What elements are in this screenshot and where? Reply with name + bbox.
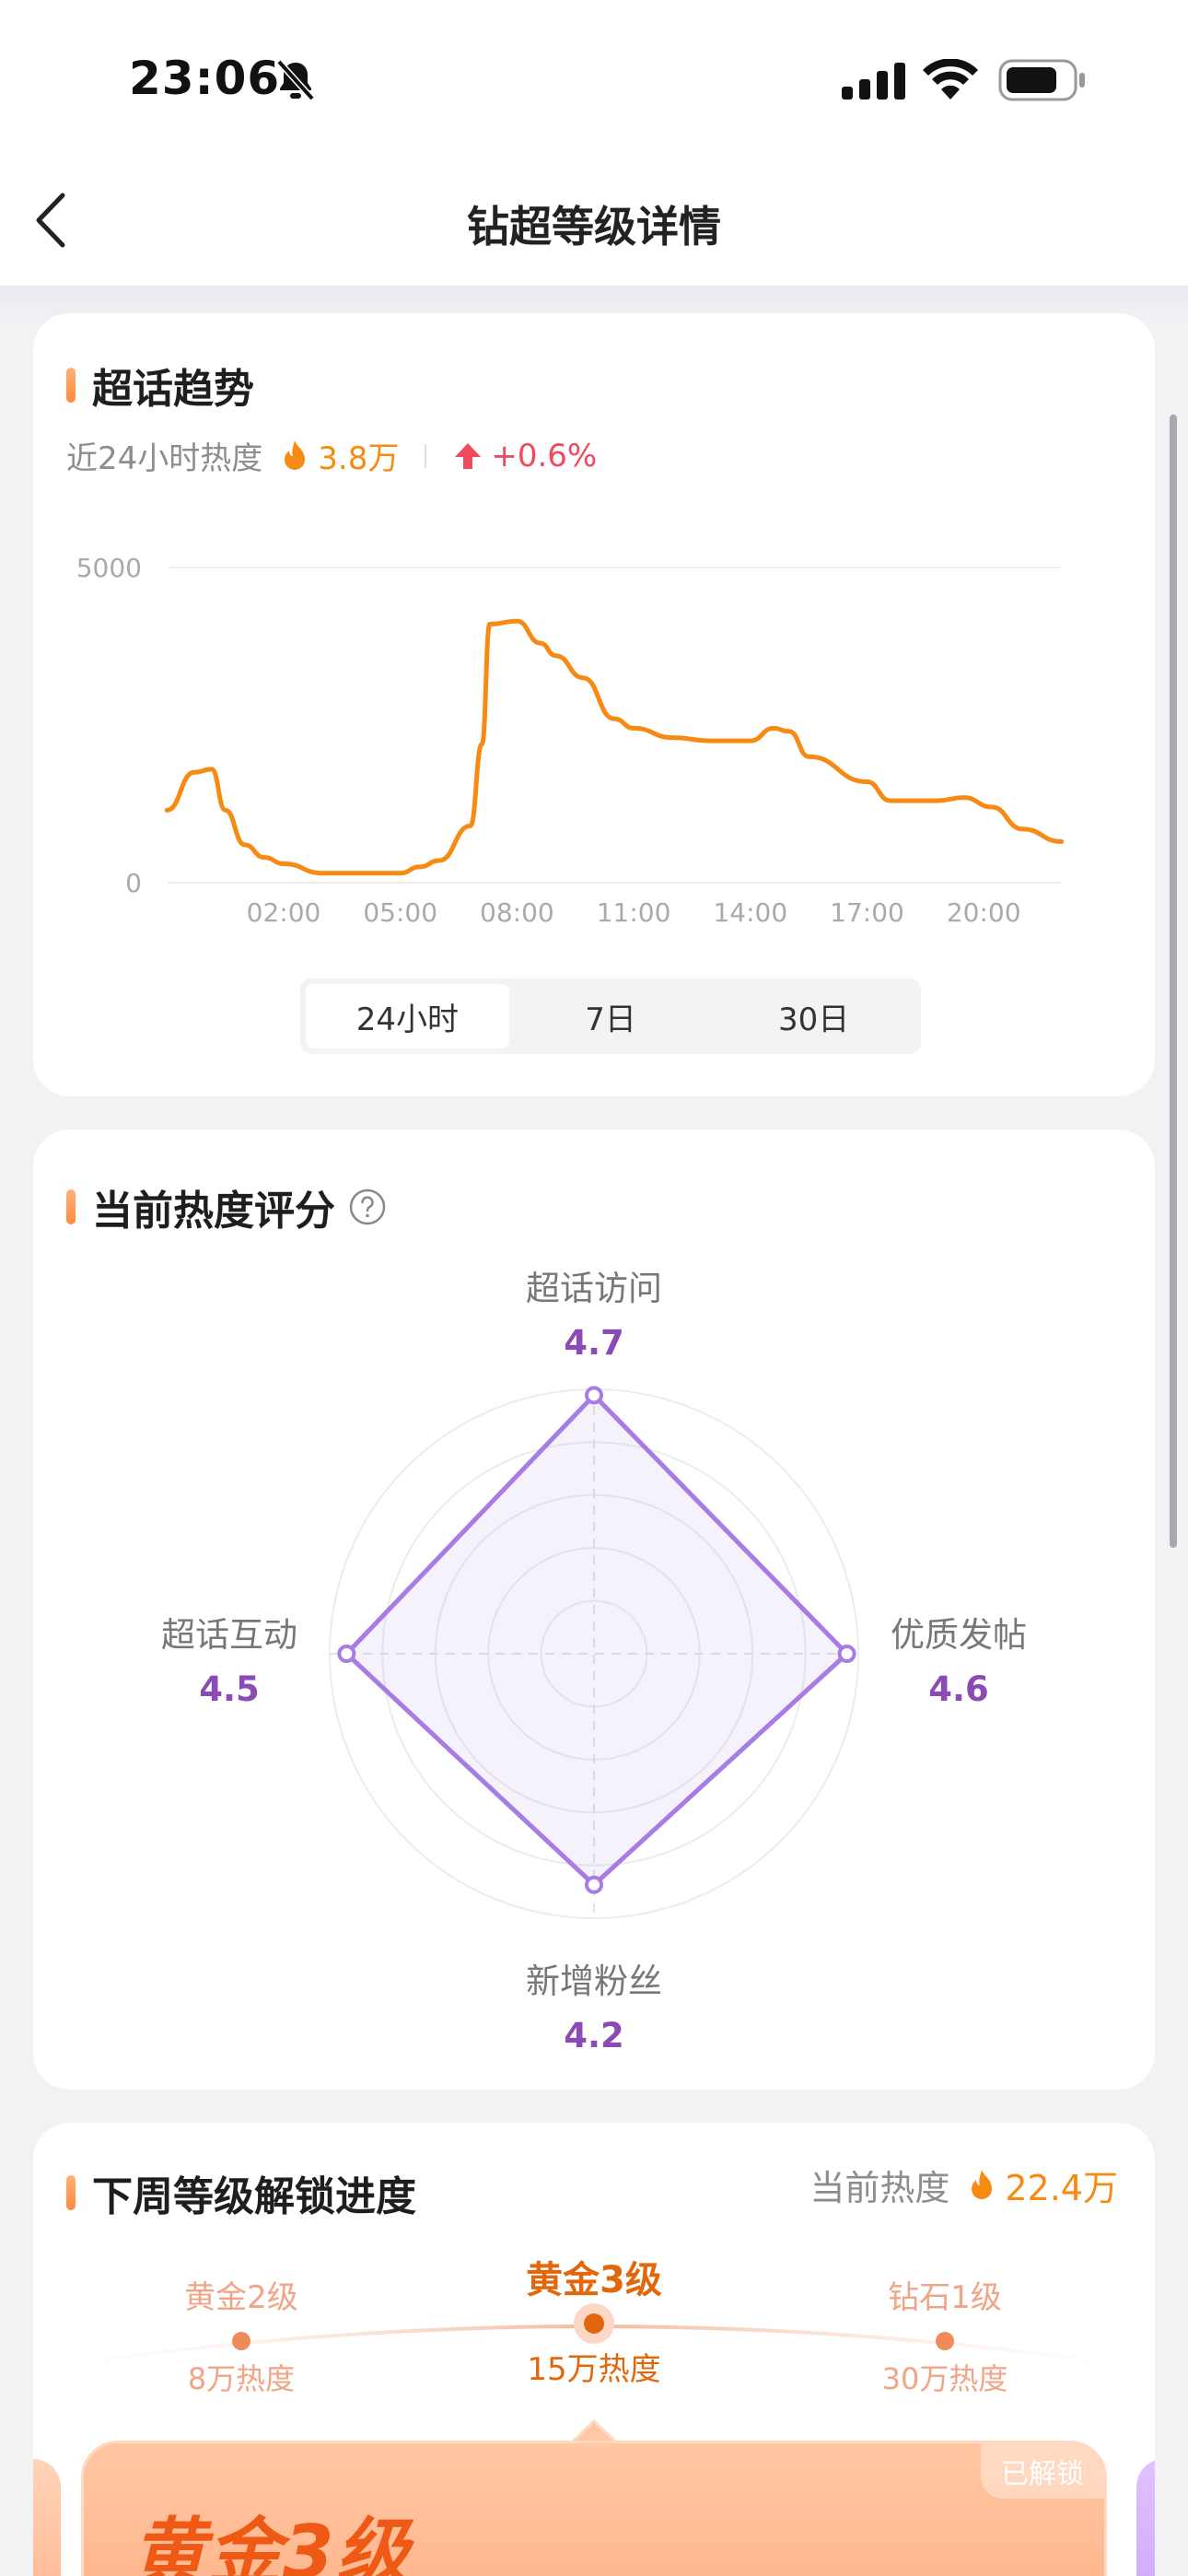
radar-axis-score: 4.2	[564, 2016, 624, 2055]
x-tick-label: 17:00	[830, 897, 904, 928]
y-tick-label: 0	[125, 868, 142, 898]
radar-axis-name: 超话访问	[526, 1269, 662, 1308]
x-tick-label: 20:00	[947, 897, 1021, 928]
level-heat: 30万热度	[881, 2361, 1008, 2396]
x-tick-label: 11:00	[597, 897, 671, 928]
level-gold-2[interactable]: 黄金2级 8万热度	[122, 2272, 361, 2398]
section-marker	[66, 368, 76, 403]
bell-slash-icon	[276, 59, 315, 101]
tab-7d[interactable]: 7日	[509, 984, 713, 1048]
level-heat: 15万热度	[527, 2351, 661, 2388]
wifi-icon	[923, 59, 978, 100]
status-time: 23:06	[129, 52, 281, 105]
trend-sub-label: 近24小时热度	[66, 440, 263, 477]
level-gold-3[interactable]: 黄金3级 15万热度	[474, 2250, 714, 2389]
trend-summary: 近24小时热度 3.8万 +0.6%	[66, 433, 597, 478]
trend-card-header: 超话趋势	[66, 356, 254, 415]
arrow-up-icon	[455, 442, 482, 469]
fire-icon	[285, 439, 306, 470]
level-name: 钻石1级	[888, 2279, 1002, 2316]
level-diamond-1[interactable]: 钻石1级 30万热度	[825, 2272, 1065, 2398]
nav-bar: 钻超等级详情	[0, 157, 1188, 286]
trend-heat-value: 3.8万	[318, 440, 400, 477]
divider	[425, 443, 427, 468]
cellular-signal-icon	[842, 63, 905, 100]
series-line	[164, 618, 1065, 876]
radar-area	[344, 1392, 850, 1888]
battery-icon	[998, 59, 1085, 101]
radar-point	[585, 1386, 603, 1405]
radar-label-posts: 优质发帖 4.6	[848, 1607, 1069, 1709]
range-segmented-control: 24小时 7日 30日	[300, 978, 921, 1054]
radar-axis-name: 超话互动	[161, 1615, 297, 1655]
y-tick-label: 5000	[76, 553, 142, 583]
scrollbar[interactable]	[1170, 415, 1177, 1548]
level-name: 黄金2级	[184, 2279, 298, 2316]
unlocked-badge: 已解锁	[981, 2443, 1104, 2499]
unlock-progress-card: 下周等级解锁进度 当前热度 22.4万 黄金2级 8万热度 黄金3级 15万热度…	[33, 2123, 1155, 2576]
x-tick-label: 05:00	[363, 897, 437, 928]
page-title: 钻超等级详情	[467, 202, 721, 252]
level-card-current[interactable]: 已解锁 黄金3级	[81, 2441, 1107, 2576]
radar-label-fans: 新增粉丝 4.2	[483, 1953, 705, 2055]
tab-30d[interactable]: 30日	[712, 984, 915, 1048]
trend-title: 超话趋势	[92, 366, 254, 413]
radar-axis-score: 4.5	[199, 1669, 260, 1709]
level-card-next[interactable]	[1136, 2459, 1155, 2576]
trend-line-chart: 5000 0 02:00 05:00 08:00 11:00 14:00 17:00 20:00	[76, 553, 1065, 928]
status-bar: 23:06	[0, 0, 1188, 157]
tab-24h[interactable]: 24小时	[306, 984, 509, 1048]
radar-axis-score: 4.6	[928, 1669, 989, 1709]
trend-change-value: +0.6%	[491, 437, 598, 474]
trend-card: 超话趋势 近24小时热度 3.8万 +0.6% 5000 0 02:00 05:00 0…	[33, 313, 1155, 1096]
x-tick-label: 08:00	[480, 897, 554, 928]
radar-axis-name: 新增粉丝	[526, 1961, 662, 2001]
radar-label-interaction: 超话互动 4.5	[119, 1607, 340, 1709]
level-name: 黄金3级	[526, 2259, 662, 2301]
level-card-prev[interactable]	[33, 2459, 61, 2576]
level-heat: 8万热度	[187, 2361, 296, 2396]
radar-label-visits: 超话访问 4.7	[483, 1260, 705, 1363]
radar-point	[337, 1645, 356, 1663]
x-tick-label: 14:00	[713, 897, 787, 928]
x-tick-label: 02:00	[247, 897, 321, 928]
radar-axis-score: 4.7	[564, 1323, 624, 1363]
level-card-name: 黄金3级	[132, 2510, 412, 2576]
radar-axis-name: 优质发帖	[891, 1615, 1027, 1655]
heat-score-card: 当前热度评分 超话访问 4.7 优质发帖 4.6 新增粉丝 4.2 超话互动 4…	[33, 1130, 1155, 2090]
radar-point	[585, 1875, 603, 1894]
